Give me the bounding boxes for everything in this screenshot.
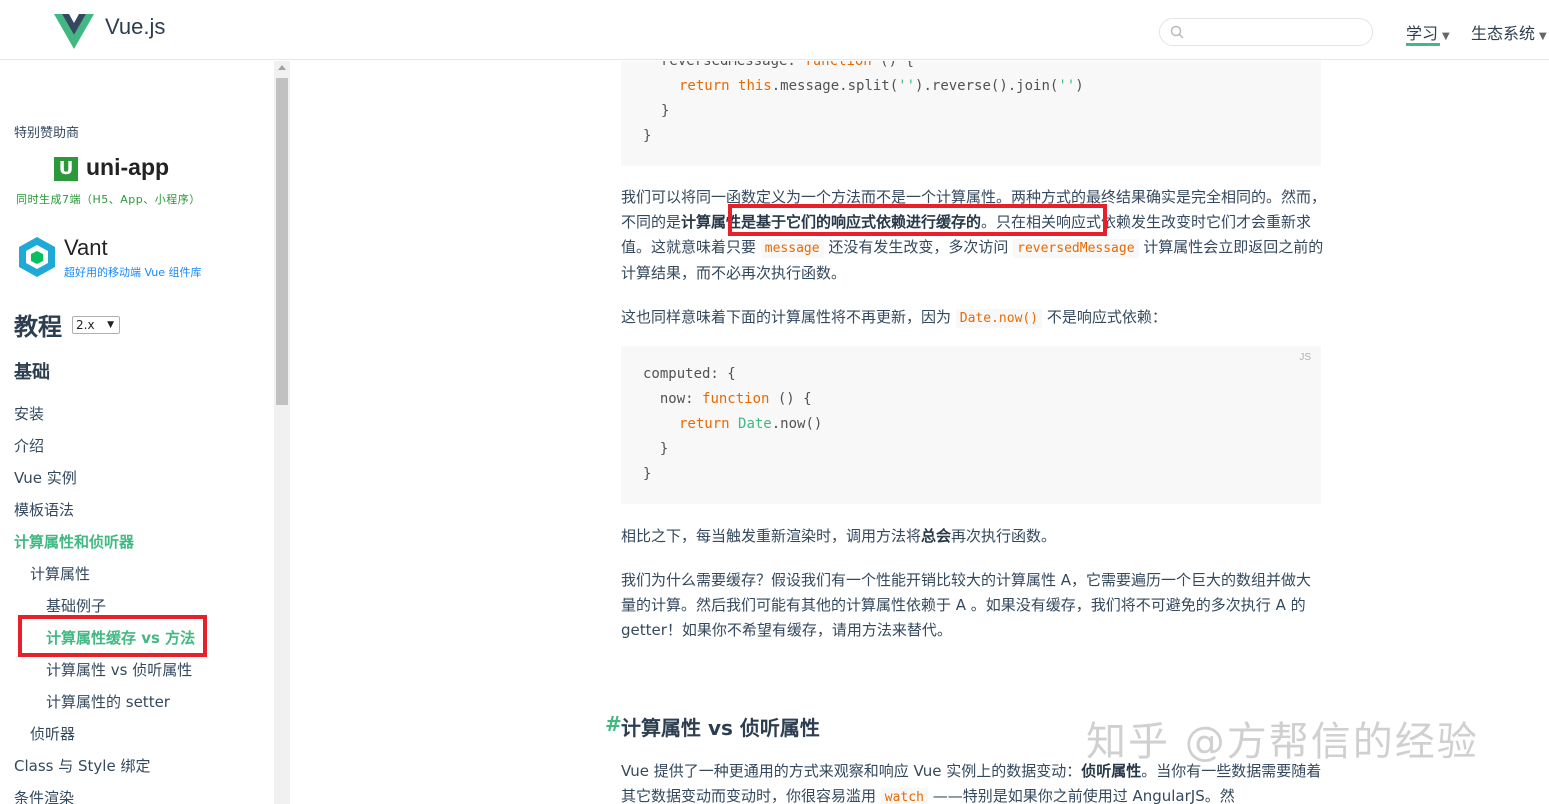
nav-active-underline xyxy=(1406,43,1440,46)
version-select[interactable]: 2.x ▼ xyxy=(72,316,120,334)
code-block-computed-now: JS computed: { now: function () { return… xyxy=(621,346,1321,504)
main-content: reversedMessage: function () { return th… xyxy=(290,61,1549,804)
code-line: return Date.now() xyxy=(679,416,823,432)
vant-tagline[interactable]: 超好用的移动端 Vue 组件库 xyxy=(64,264,202,280)
code-block-reversed: reversedMessage: function () { return th… xyxy=(621,61,1321,166)
vue-logo-icon[interactable] xyxy=(54,14,94,50)
caret-down-icon: ▼ xyxy=(1442,31,1450,42)
uniapp-name: uni-app xyxy=(86,154,170,180)
highlight-annotation xyxy=(18,615,207,657)
code-lang-tag: JS xyxy=(1299,352,1311,363)
caret-down-icon: ▼ xyxy=(1539,31,1547,42)
sidebar-item-instance[interactable]: Vue 实例 xyxy=(14,467,77,488)
sidebar-item-install[interactable]: 安装 xyxy=(14,403,44,424)
sidebar-item-intro[interactable]: 介绍 xyxy=(14,435,44,456)
scrollbar-thumb[interactable] xyxy=(276,78,288,405)
watermark-text: 知乎 @方帮信的经验 xyxy=(1086,719,1479,765)
search-input[interactable] xyxy=(1190,22,1364,44)
code-line: return this.message.split('').reverse().… xyxy=(679,78,1084,94)
sidebar-item-syntax[interactable]: 模板语法 xyxy=(14,499,74,520)
paragraph-methods: 相比之下，每当触发重新渲染时，调用方法将总会再次执行函数。 xyxy=(621,527,1057,545)
brand-name[interactable]: Vue.js xyxy=(105,14,165,40)
top-header: Vue.js 学习 ▼ 生态系统 ▼ xyxy=(0,0,1549,60)
sidebar: 特别赞助商 U uni-app 同时生成7端（H5、App、小程序） Vant … xyxy=(0,61,274,804)
code-line: now: function () { xyxy=(643,391,812,407)
sidebar-item-computed-watchers[interactable]: 计算属性和侦听器 xyxy=(14,531,134,552)
search-icon xyxy=(1170,25,1184,39)
nav-learn[interactable]: 学习 ▼ xyxy=(1406,20,1450,44)
paragraph-date-now: 这也同样意味着下面的计算属性将不再更新，因为 Date.now() 不是响应式依… xyxy=(621,308,1167,328)
uniapp-tagline[interactable]: 同时生成7端（H5、App、小程序） xyxy=(16,191,201,207)
code-line: } xyxy=(643,466,652,482)
nav-ecosystem[interactable]: 生态系统 ▼ xyxy=(1471,20,1547,44)
vant-logo-icon[interactable] xyxy=(18,237,56,277)
sidebar-subitem-setter[interactable]: 计算属性的 setter xyxy=(46,691,170,712)
paragraph-why-cache: 我们为什么需要缓存？假设我们有一个性能开销比较大的计算属性 A，它需要遍历一个巨… xyxy=(621,571,1312,639)
sponsor-label: 特别赞助商 xyxy=(14,126,80,141)
sidebar-scrollbar[interactable] xyxy=(274,61,290,804)
sidebar-item-class-style[interactable]: Class 与 Style 绑定 xyxy=(14,755,150,776)
sidebar-item-conditional[interactable]: 条件渲染 xyxy=(14,787,74,804)
section-title: 基础 xyxy=(14,362,50,383)
code-line: } xyxy=(661,103,670,119)
code-line: reversedMessage: function () { xyxy=(661,61,914,69)
scroll-up-arrow-icon[interactable] xyxy=(278,65,286,70)
highlight-annotation xyxy=(728,204,1107,236)
search-box[interactable] xyxy=(1159,18,1373,46)
code-line: computed: { xyxy=(643,366,736,382)
heading-anchor[interactable]: # xyxy=(605,712,622,736)
vant-name[interactable]: Vant xyxy=(64,235,108,261)
code-line: } xyxy=(643,441,669,457)
select-arrow-icon: ▼ xyxy=(107,320,114,330)
code-line: } xyxy=(643,128,652,144)
sidebar-subitem-basic-example[interactable]: 基础例子 xyxy=(46,595,106,616)
section-heading: 计算属性 vs 侦听属性 xyxy=(621,716,820,740)
tutorial-title: 教程 xyxy=(14,313,62,341)
sidebar-subitem-watchers[interactable]: 侦听器 xyxy=(30,723,75,744)
sidebar-subitem-computed[interactable]: 计算属性 xyxy=(30,563,90,584)
sidebar-subitem-computed-vs-watched[interactable]: 计算属性 vs 侦听属性 xyxy=(46,659,192,680)
uniapp-logo-icon: U xyxy=(54,157,78,181)
